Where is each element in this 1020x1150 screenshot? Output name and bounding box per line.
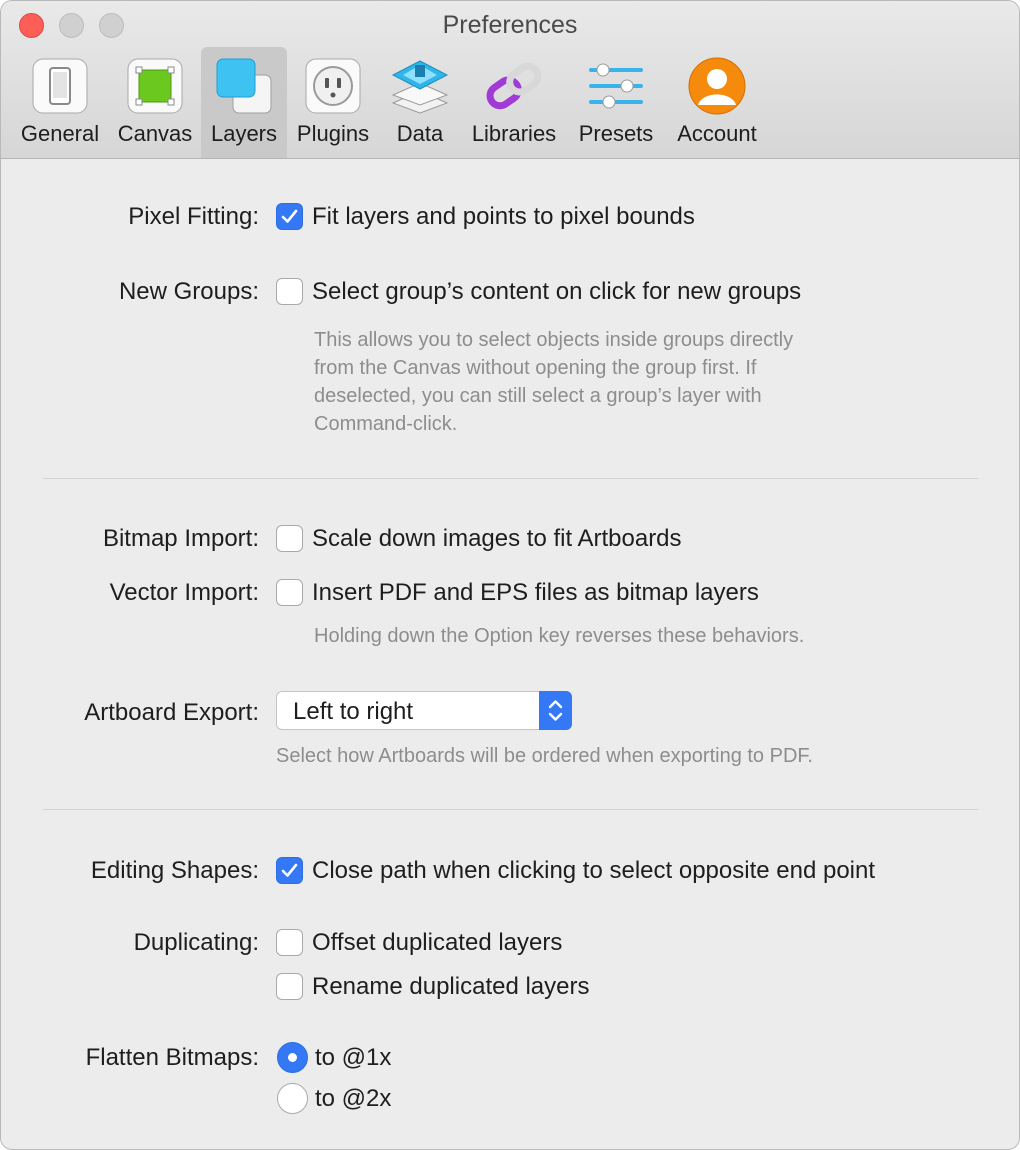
- tab-canvas[interactable]: Canvas: [111, 47, 199, 158]
- data-stack-icon: [391, 60, 449, 114]
- window-title: Preferences: [442, 11, 578, 39]
- pixel-fitting-option[interactable]: Fit layers and points to pixel bounds: [312, 203, 695, 231]
- separator: [43, 809, 978, 810]
- bitmap-import-option[interactable]: Scale down images to fit Artboards: [312, 525, 682, 553]
- rename-duplicated-checkbox[interactable]: [276, 973, 303, 1000]
- up-down-chevron-icon: [539, 691, 572, 730]
- flatten-2x-option[interactable]: to @2x: [315, 1085, 391, 1113]
- vector-import-help: Holding down the Option key reverses the…: [314, 625, 805, 647]
- tab-libraries[interactable]: Libraries: [465, 47, 563, 158]
- phone-icon: [32, 58, 88, 114]
- editing-shapes-checkbox[interactable]: [276, 857, 303, 884]
- tab-general[interactable]: General: [13, 47, 107, 158]
- flatten-1x-option[interactable]: to @1x: [315, 1044, 391, 1072]
- offset-duplicated-option[interactable]: Offset duplicated layers: [312, 929, 562, 957]
- editing-shapes-label: Editing Shapes:: [90, 857, 259, 884]
- vector-import-label: Vector Import:: [109, 579, 259, 606]
- artboard-export-help: Select how Artboards will be ordered whe…: [276, 745, 813, 767]
- preferences-window: Preferences General Canvas Layers Plugin…: [0, 0, 1020, 1150]
- tab-label: Libraries: [471, 121, 557, 146]
- tab-presets[interactable]: Presets: [571, 47, 661, 158]
- tab-label: General: [20, 121, 100, 146]
- tab-plugins[interactable]: Plugins: [289, 47, 377, 158]
- new-groups-checkbox[interactable]: [276, 278, 303, 305]
- artboard-export-value: Left to right: [293, 698, 414, 725]
- bitmap-import-label: Bitmap Import:: [102, 525, 259, 552]
- rename-duplicated-option[interactable]: Rename duplicated layers: [312, 973, 590, 1001]
- editing-shapes-option[interactable]: Close path when clicking to select oppos…: [312, 857, 875, 885]
- tab-label: Layers: [210, 121, 278, 146]
- canvas-icon: [127, 58, 183, 114]
- tab-label: Account: [677, 121, 757, 146]
- vector-import-option[interactable]: Insert PDF and EPS files as bitmap layer…: [312, 579, 759, 607]
- new-groups-option[interactable]: Select group’s content on click for new …: [312, 278, 801, 306]
- offset-duplicated-checkbox[interactable]: [276, 929, 303, 956]
- tab-account[interactable]: Account: [669, 47, 765, 158]
- link-icon: [486, 62, 542, 110]
- artboard-export-label: Artboard Export:: [84, 699, 259, 726]
- tab-data[interactable]: Data: [383, 47, 457, 158]
- separator: [43, 478, 978, 479]
- tab-label: Presets: [578, 121, 654, 146]
- layers-icon: [216, 58, 272, 114]
- tab-label: Canvas: [117, 121, 193, 146]
- pixel-fitting-checkbox[interactable]: [276, 203, 303, 230]
- new-groups-help: This allows you to select objects inside…: [314, 329, 794, 435]
- checkmark-icon: [281, 863, 298, 877]
- plug-icon: [305, 58, 361, 114]
- flatten-2x-radio[interactable]: [277, 1083, 308, 1114]
- flatten-1x-radio[interactable]: [277, 1042, 308, 1073]
- tab-label: Plugins: [296, 121, 370, 146]
- duplicating-label: Duplicating:: [133, 929, 259, 956]
- new-groups-label: New Groups:: [118, 278, 259, 305]
- checkmark-icon: [281, 209, 298, 223]
- pixel-fitting-label: Pixel Fitting:: [128, 203, 259, 230]
- toolbar: Preferences General Canvas Layers Plugin…: [1, 1, 1019, 159]
- sliders-icon: [589, 63, 643, 109]
- tab-label: Data: [396, 121, 444, 146]
- flatten-bitmaps-label: Flatten Bitmaps:: [85, 1044, 259, 1071]
- user-icon: [688, 57, 746, 115]
- vector-import-checkbox[interactable]: [276, 579, 303, 606]
- bitmap-import-checkbox[interactable]: [276, 525, 303, 552]
- tab-layers[interactable]: Layers: [201, 47, 287, 158]
- artboard-export-select[interactable]: Left to right: [276, 691, 572, 730]
